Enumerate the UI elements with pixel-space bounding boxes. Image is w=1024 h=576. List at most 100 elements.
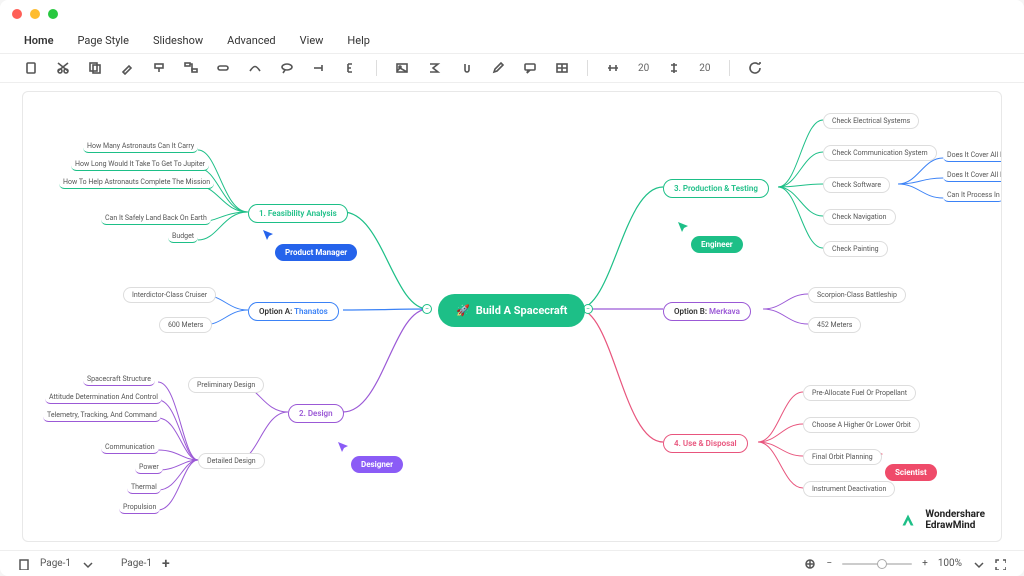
node-production[interactable]: 3. Production & Testing	[663, 179, 769, 198]
menu-help[interactable]: Help	[347, 34, 370, 47]
separator	[587, 60, 588, 76]
role-des[interactable]: Designer	[351, 456, 403, 473]
leaf[interactable]: Budget	[168, 232, 198, 243]
node-design[interactable]: 2. Design	[288, 404, 344, 423]
refresh-icon[interactable]	[748, 61, 762, 75]
leaf[interactable]: Does It Cover All I	[943, 151, 1002, 162]
pencil-icon[interactable]	[491, 61, 505, 75]
node-disposal[interactable]: 4. Use & Disposal	[663, 434, 748, 453]
leaf[interactable]: Check Software	[823, 177, 890, 193]
fit-icon[interactable]	[804, 558, 816, 570]
attachment-icon[interactable]	[459, 61, 473, 75]
role-pm[interactable]: Product Manager	[275, 244, 357, 261]
h-spacing-icon[interactable]	[606, 61, 620, 75]
menubar: Home Page Style Slideshow Advanced View …	[0, 28, 1024, 54]
zoom-in[interactable]: +	[922, 558, 928, 569]
menu-advanced[interactable]: Advanced	[227, 34, 275, 47]
copy-icon[interactable]	[88, 61, 102, 75]
leaf[interactable]: Thermal	[127, 483, 161, 494]
role-eng[interactable]: Engineer	[691, 236, 743, 253]
rocket-icon: 🚀	[456, 304, 470, 317]
maximize-dot[interactable]	[48, 9, 58, 19]
leaf[interactable]: Power	[135, 463, 163, 474]
zoom-out[interactable]: −	[826, 558, 832, 569]
leaf[interactable]: Check Painting	[823, 241, 888, 257]
menu-view[interactable]: View	[300, 34, 324, 47]
brand-vendor: Wondershare	[925, 509, 985, 520]
page-tab[interactable]: Page-1	[121, 558, 152, 569]
summary-icon[interactable]	[344, 61, 358, 75]
leaf[interactable]: Check Electrical Systems	[823, 113, 919, 129]
formula-icon[interactable]	[427, 61, 441, 75]
node-option-b[interactable]: Option B: Merkava	[663, 302, 751, 321]
titlebar	[0, 0, 1024, 28]
boundary-icon[interactable]	[312, 61, 326, 75]
table-icon[interactable]	[555, 61, 569, 75]
menu-page-style[interactable]: Page Style	[78, 34, 129, 47]
separator	[376, 60, 377, 76]
mindmap-canvas[interactable]: − − 🚀 Build A Spacecraft Product Manager…	[22, 91, 1002, 542]
floating-icon[interactable]	[216, 61, 230, 75]
leaf[interactable]: Communication	[101, 443, 159, 454]
separator	[729, 60, 730, 76]
page-selector[interactable]: Page-1	[40, 558, 71, 569]
v-spacing-value[interactable]: 20	[699, 63, 710, 74]
central-topic[interactable]: 🚀 Build A Spacecraft	[438, 294, 585, 327]
leaf[interactable]: How Many Astronauts Can It Carry	[83, 142, 198, 153]
leaf[interactable]: Propulsion	[119, 503, 160, 514]
leaf[interactable]: Can It Safely Land Back On Earth	[101, 214, 211, 225]
cursor-pm	[263, 230, 275, 242]
app-window: Home Page Style Slideshow Advanced View …	[0, 0, 1024, 576]
subtopic-icon[interactable]	[184, 61, 198, 75]
leaf[interactable]: Spacecraft Structure	[83, 375, 155, 386]
chevron-down-icon[interactable]	[81, 558, 93, 570]
leaf[interactable]: Check Communication System	[823, 145, 937, 161]
topic-icon[interactable]	[152, 61, 166, 75]
zoom-slider[interactable]	[842, 563, 912, 565]
leaf[interactable]: Scorpion-Class Battleship	[808, 287, 906, 303]
clipboard-icon[interactable]	[24, 61, 38, 75]
leaf[interactable]: Pre-Allocate Fuel Or Propellant	[803, 385, 916, 401]
add-page-button[interactable]: +	[162, 556, 170, 572]
v-spacing-icon[interactable]	[667, 61, 681, 75]
leaf[interactable]: Attitude Determination And Control	[45, 393, 162, 404]
fullscreen-icon[interactable]	[994, 558, 1006, 570]
leaf[interactable]: Can It Process In	[943, 191, 1002, 202]
close-dot[interactable]	[12, 9, 22, 19]
leaf-detailed[interactable]: Detailed Design	[198, 453, 265, 469]
brand-logo: Wondershare EdrawMind	[897, 509, 985, 531]
leaf[interactable]: Does It Cover All I	[943, 171, 1002, 182]
relationship-icon[interactable]	[248, 61, 262, 75]
chevron-down-icon[interactable]	[972, 558, 984, 570]
callout-icon[interactable]	[280, 61, 294, 75]
leaf[interactable]: Interdictor-Class Cruiser	[123, 287, 216, 303]
menu-home[interactable]: Home	[24, 34, 54, 47]
minimize-dot[interactable]	[30, 9, 40, 19]
paint-icon[interactable]	[120, 61, 134, 75]
statusbar: Page-1 Page-1 + − + 100%	[0, 550, 1024, 576]
leaf[interactable]: Telemetry, Tracking, And Command	[43, 411, 161, 422]
role-sci[interactable]: Scientist	[885, 464, 937, 481]
h-spacing-value[interactable]: 20	[638, 63, 649, 74]
collapse-left[interactable]: −	[422, 304, 432, 314]
toolbar: 20 20	[0, 54, 1024, 83]
image-icon[interactable]	[395, 61, 409, 75]
leaf-preliminary[interactable]: Preliminary Design	[188, 377, 264, 393]
node-feasibility[interactable]: 1. Feasibility Analysis	[248, 204, 348, 223]
brand-product: EdrawMind	[925, 520, 985, 531]
central-label: Build A Spacecraft	[476, 304, 568, 317]
leaf[interactable]: How Long Would It Take To Get To Jupiter	[71, 160, 209, 171]
leaf[interactable]: Choose A Higher Or Lower Orbit	[803, 417, 920, 433]
leaf[interactable]: How To Help Astronauts Complete The Miss…	[59, 178, 214, 189]
leaf[interactable]: 600 Meters	[159, 317, 212, 333]
leaf[interactable]: Final Orbit Planning	[803, 449, 882, 465]
cut-icon[interactable]	[56, 61, 70, 75]
pages-icon[interactable]	[18, 558, 30, 570]
zoom-value[interactable]: 100%	[938, 558, 962, 569]
comment-icon[interactable]	[523, 61, 537, 75]
leaf[interactable]: Instrument Deactivation	[803, 481, 895, 497]
leaf[interactable]: Check Navigation	[823, 209, 896, 225]
leaf[interactable]: 452 Meters	[808, 317, 861, 333]
menu-slideshow[interactable]: Slideshow	[153, 34, 203, 47]
node-option-a[interactable]: Option A: Thanatos	[248, 302, 339, 321]
